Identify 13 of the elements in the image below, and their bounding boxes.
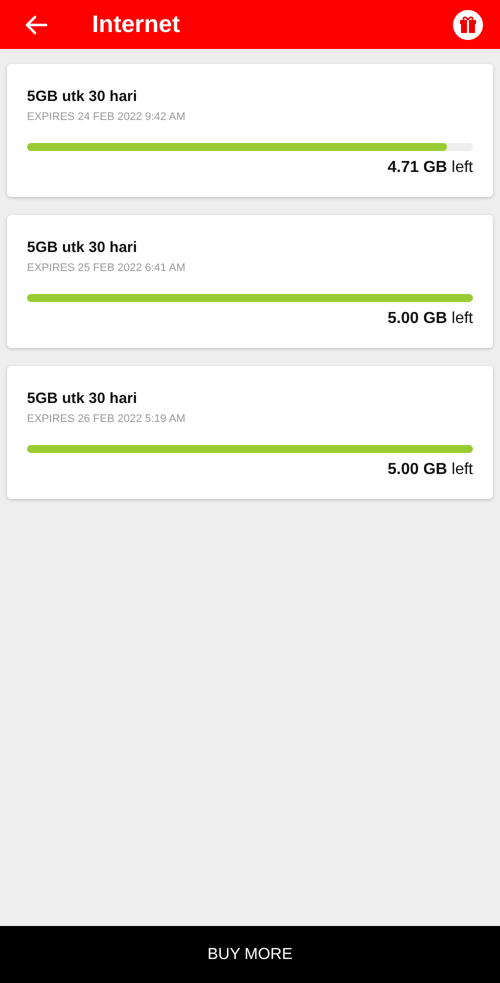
expiry-date: EXPIRES 25 FEB 2022 6:41 AM (27, 262, 186, 274)
gift-icon[interactable] (453, 10, 483, 40)
data-remaining: 5.00 GB left (386, 461, 473, 479)
back-arrow-icon[interactable] (24, 14, 48, 34)
buy-more-button[interactable]: BUY MORE (0, 926, 500, 983)
expiry-date: EXPIRES 26 FEB 2022 5:19 AM (27, 413, 186, 425)
data-remaining: 5.00 GB left (386, 310, 473, 328)
expiry-date: EXPIRES 24 FEB 2022 9:42 AM (27, 111, 186, 123)
plan-name: 5GB utk 30 hari (27, 239, 138, 256)
plan-name: 5GB utk 30 hari (27, 88, 138, 105)
data-remaining: 4.71 GB left (386, 159, 473, 177)
page-title: Internet (92, 10, 182, 38)
plan-name: 5GB utk 30 hari (27, 390, 138, 407)
